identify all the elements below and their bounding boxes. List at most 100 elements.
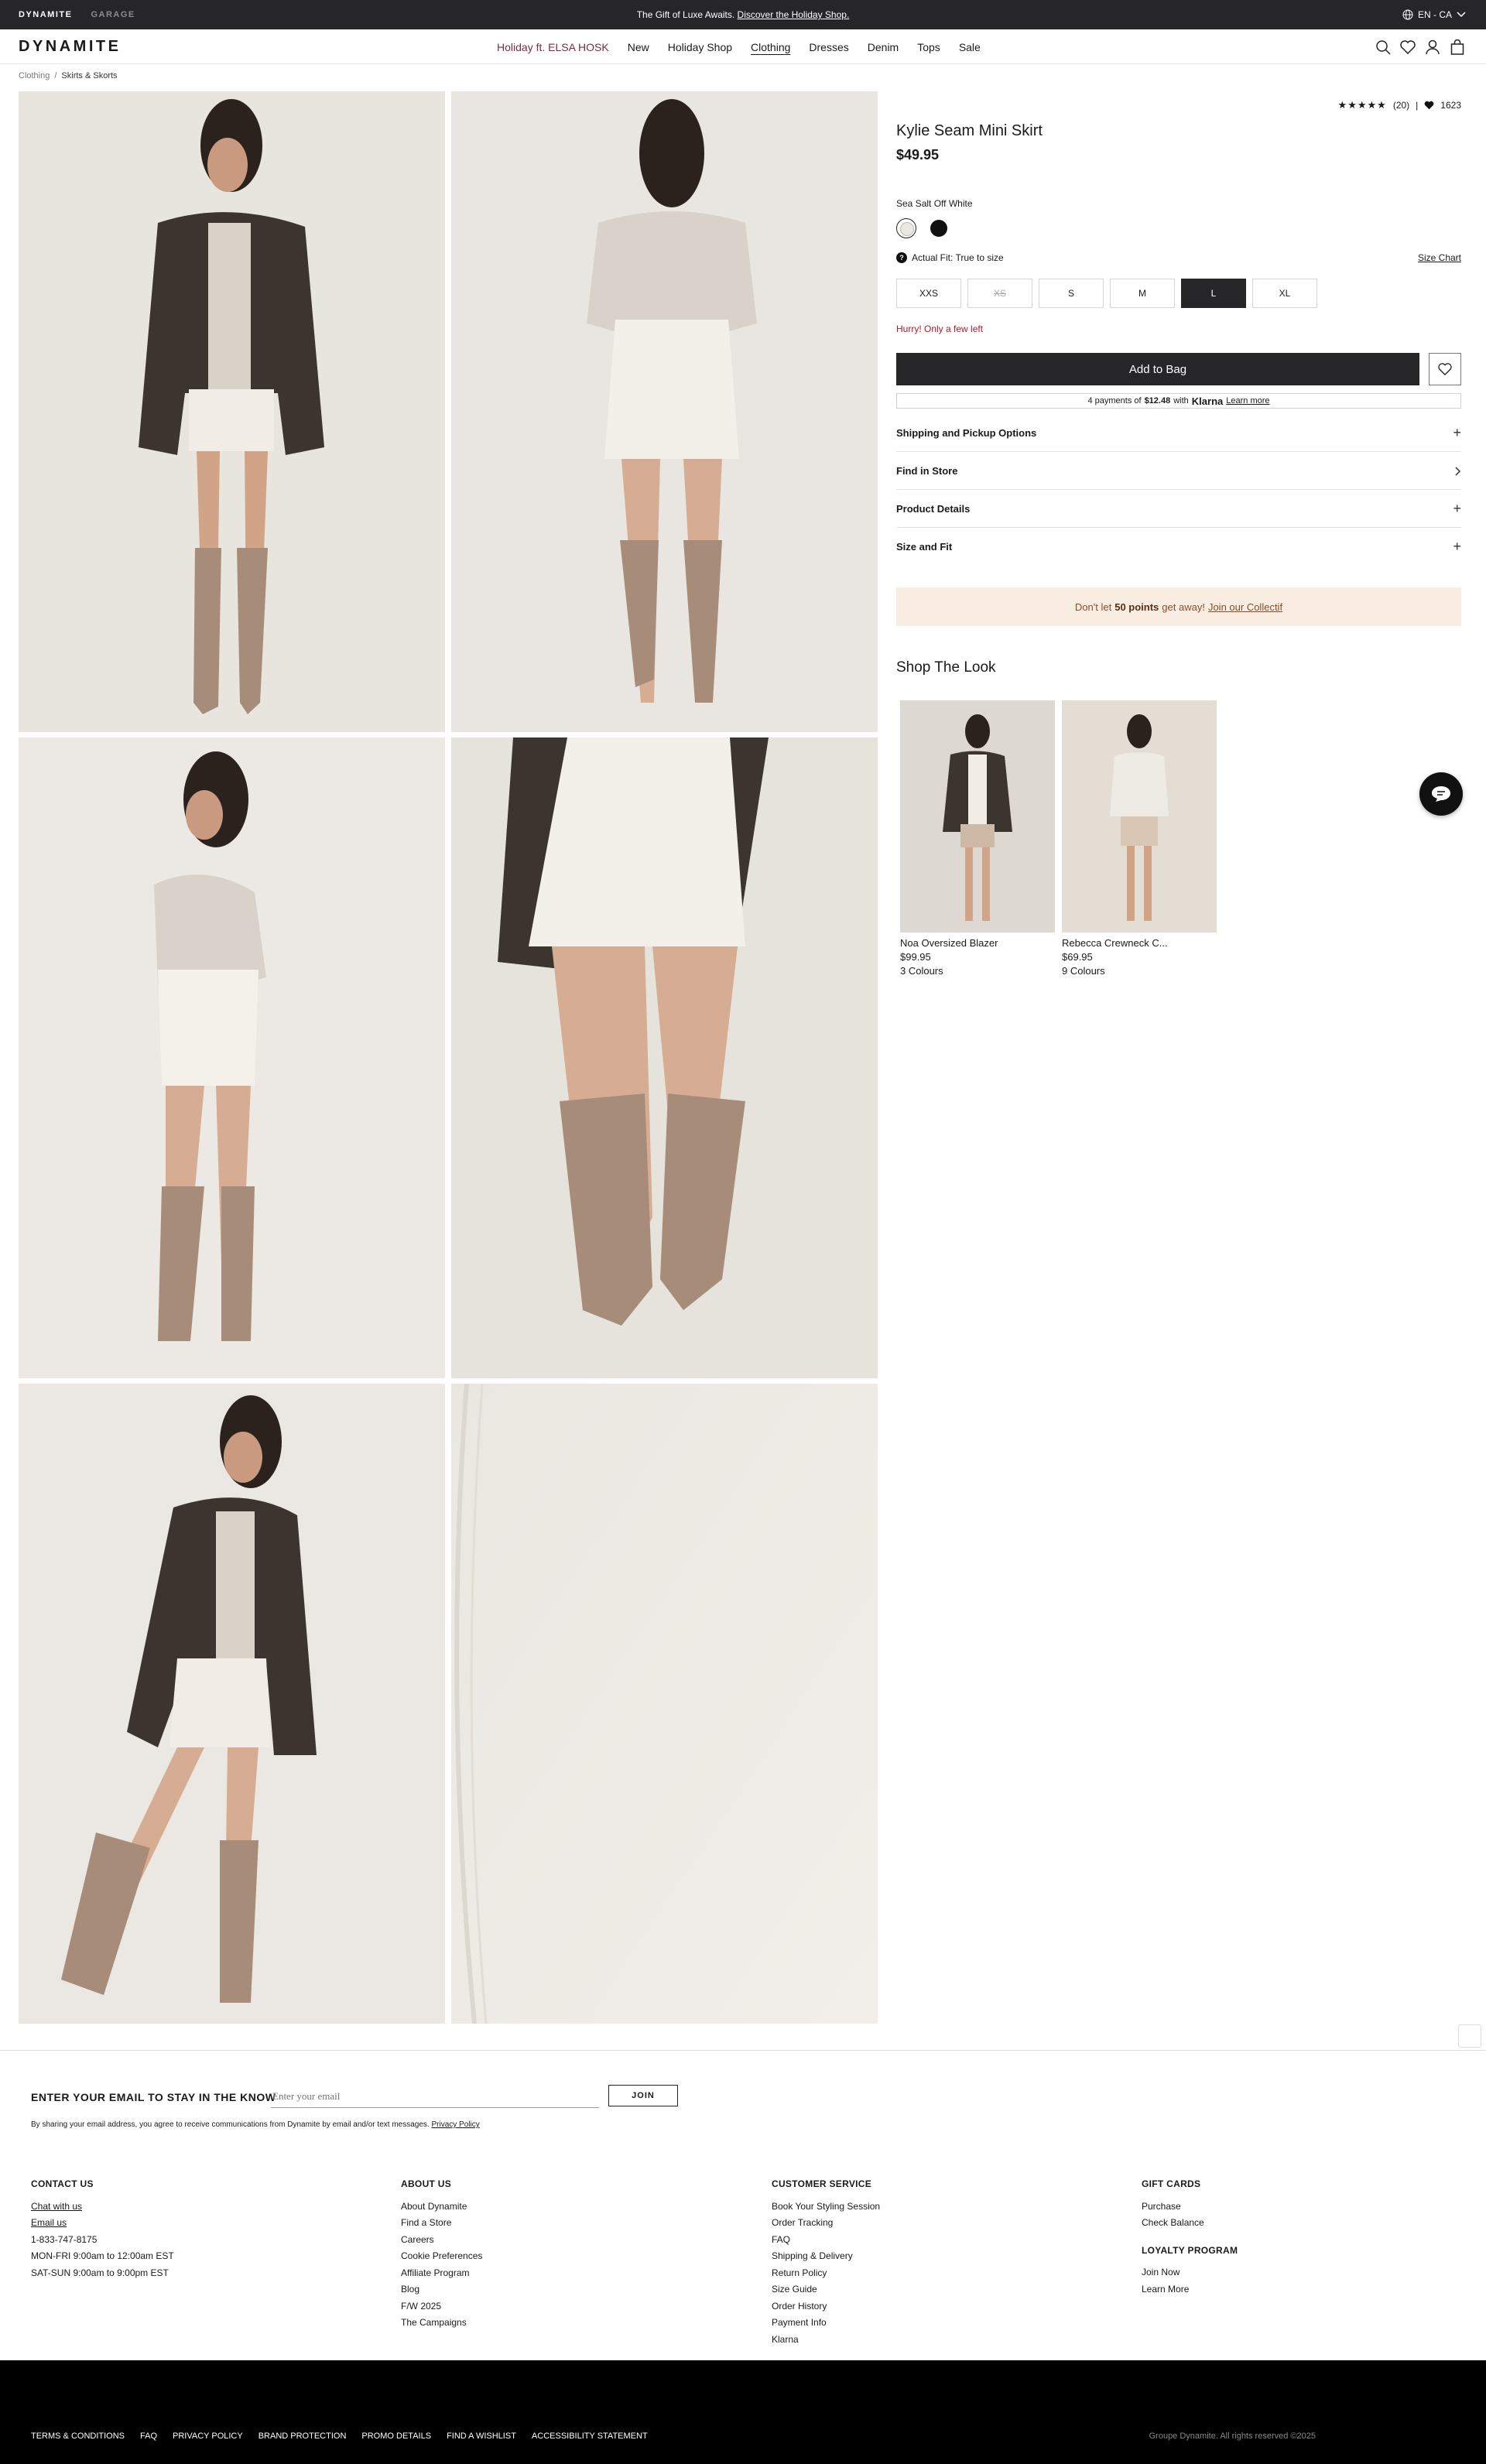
footer-link[interactable]: Shipping & Delivery [772,2248,880,2265]
accordion-product-details[interactable]: Product Details + [896,491,1461,528]
footer-link[interactable]: The Campaigns [401,2315,482,2332]
nav-denim[interactable]: Denim [868,41,899,53]
look-colours: 9 Colours [1062,965,1105,977]
promo-bar: DYNAMITE GARAGE The Gift of Luxe Awaits.… [0,0,1486,29]
klarna-with: with [1173,396,1189,406]
footer-link[interactable]: Learn More [1142,2281,1238,2298]
site-header: DYNAMITE Holiday ft. ELSA HOSK New Holid… [0,29,1486,64]
footer-link[interactable]: Find a Store [401,2215,482,2232]
footer-link[interactable]: Affiliate Program [401,2265,482,2282]
loyalty-join-link[interactable]: Join our Collectif [1208,601,1282,613]
size-s[interactable]: S [1039,279,1104,308]
language-label: EN - CA [1417,9,1452,20]
accordion-shipping[interactable]: Shipping and Pickup Options + [896,415,1461,452]
size-l[interactable]: L [1181,279,1246,308]
nav-tops[interactable]: Tops [917,41,940,53]
nav-holiday-elsa[interactable]: Holiday ft. ELSA HOSK [497,41,609,53]
nav-new[interactable]: New [628,41,649,53]
email-us-link[interactable]: Email us [31,2215,174,2232]
nav-clothing[interactable]: Clothing [751,41,790,53]
product-photo-fabric[interactable] [451,1384,878,2024]
user-icon[interactable] [1424,39,1441,56]
star-rating[interactable]: ★★★★★ [1338,99,1387,111]
footer-link[interactable]: Join Now [1142,2264,1238,2281]
nav-holiday-shop[interactable]: Holiday Shop [668,41,732,53]
look-name[interactable]: Rebecca Crewneck C... [1062,937,1217,949]
footer-link[interactable]: Order History [772,2298,880,2315]
heart-icon[interactable] [1399,39,1416,56]
product-photo-side[interactable] [19,737,445,1378]
footer-link[interactable]: Klarna [772,2332,880,2349]
plus-icon: + [1453,425,1461,440]
footer-gift: GIFT CARDS Purchase Check Balance LOYALT… [1142,2176,1238,2298]
product-photo-detail[interactable] [451,737,878,1378]
size-m[interactable]: M [1110,279,1175,308]
swatch-off-white[interactable] [896,218,916,238]
footer-about: ABOUT US About Dynamite Find a Store Car… [401,2176,482,2332]
privacy-policy-link[interactable]: Privacy Policy [431,2120,479,2129]
nav-dresses[interactable]: Dresses [809,41,848,53]
fit-info: ? Actual Fit: True to size [896,252,1004,263]
feedback-tab[interactable] [1458,2024,1481,2048]
chat-with-us-link[interactable]: Chat with us [31,2199,174,2216]
add-to-bag-button[interactable]: Add to Bag [896,353,1419,385]
legal-links: TERMS & CONDITIONS FAQ PRIVACY POLICY BR… [31,2431,648,2441]
footer-link[interactable]: Blog [401,2281,482,2298]
footer-link[interactable]: Size Guide [772,2281,880,2298]
wishlist-button[interactable] [1429,353,1461,385]
look-image-blazer[interactable] [900,700,1055,933]
product-photo-front[interactable] [19,91,445,732]
product-title: Kylie Seam Mini Skirt [896,122,1043,139]
accordion-size-fit[interactable]: Size and Fit + [896,528,1461,565]
klarna-learn-more[interactable]: Learn more [1226,396,1269,406]
review-count[interactable]: (20) [1393,100,1409,111]
footer-link[interactable]: FAQ [772,2232,880,2249]
footer-link[interactable]: Purchase [1142,2199,1238,2216]
look-card-blazer[interactable]: Noa Oversized Blazer $99.95 3 Colours [900,700,1055,977]
logo[interactable]: DYNAMITE [19,38,121,56]
look-image-crewneck[interactable] [1062,700,1217,933]
nav-sale[interactable]: Sale [959,41,981,53]
bag-icon[interactable] [1449,39,1466,56]
accordion-find-store[interactable]: Find in Store [896,453,1461,490]
footer-heading: ABOUT US [401,2178,452,2189]
swatch-black[interactable] [930,220,947,237]
accessibility-link[interactable]: ACCESSIBILITY STATEMENT [532,2431,648,2441]
product-photo-walk[interactable] [19,1384,445,2024]
privacy-link[interactable]: PRIVACY POLICY [173,2431,243,2441]
newsletter-section: ENTER YOUR EMAIL TO STAY IN THE KNOW JOI… [0,2050,1486,2129]
look-card-crewneck[interactable]: Rebecca Crewneck C... $69.95 9 Colours [1062,700,1217,977]
promo-details-link[interactable]: PROMO DETAILS [361,2431,431,2441]
footer-link[interactable]: Check Balance [1142,2215,1238,2232]
faq-link[interactable]: FAQ [140,2431,157,2441]
size-xxs[interactable]: XXS [896,279,961,308]
terms-link[interactable]: TERMS & CONDITIONS [31,2431,125,2441]
breadcrumb-clothing[interactable]: Clothing [19,71,50,80]
footer-link[interactable]: F/W 2025 [401,2298,482,2315]
join-button[interactable]: JOIN [608,2085,678,2106]
promo-link[interactable]: Discover the Holiday Shop. [738,9,850,20]
footer-link[interactable]: Return Policy [772,2265,880,2282]
footer-link[interactable]: Payment Info [772,2315,880,2332]
size-xl[interactable]: XL [1252,279,1317,308]
phone-number[interactable]: 1-833-747-8175 [31,2232,174,2249]
email-input[interactable] [271,2085,599,2108]
footer-link[interactable]: Careers [401,2232,482,2249]
size-chart-link[interactable]: Size Chart [1418,252,1461,263]
language-selector[interactable]: EN - CA [1402,0,1466,29]
look-name[interactable]: Noa Oversized Blazer [900,937,1055,949]
footer-link[interactable]: Book Your Styling Session [772,2199,880,2216]
brand-protection-link[interactable]: BRAND PROTECTION [259,2431,347,2441]
footer-link[interactable]: About Dynamite [401,2199,482,2216]
footer-link[interactable]: Order Tracking [772,2215,880,2232]
chat-button[interactable] [1419,772,1463,816]
breadcrumb: Clothing / Skirts & Skorts [19,71,118,80]
size-xs[interactable]: XS [967,279,1032,308]
find-wishlist-link[interactable]: FIND A WISHLIST [447,2431,516,2441]
search-icon[interactable] [1375,39,1392,56]
footer-link[interactable]: Cookie Preferences [401,2248,482,2265]
product-price: $49.95 [896,147,940,163]
footer-heading: LOYALTY PROGRAM [1142,2244,1238,2256]
product-photo-back[interactable] [451,91,878,732]
chat-icon [1432,786,1450,802]
